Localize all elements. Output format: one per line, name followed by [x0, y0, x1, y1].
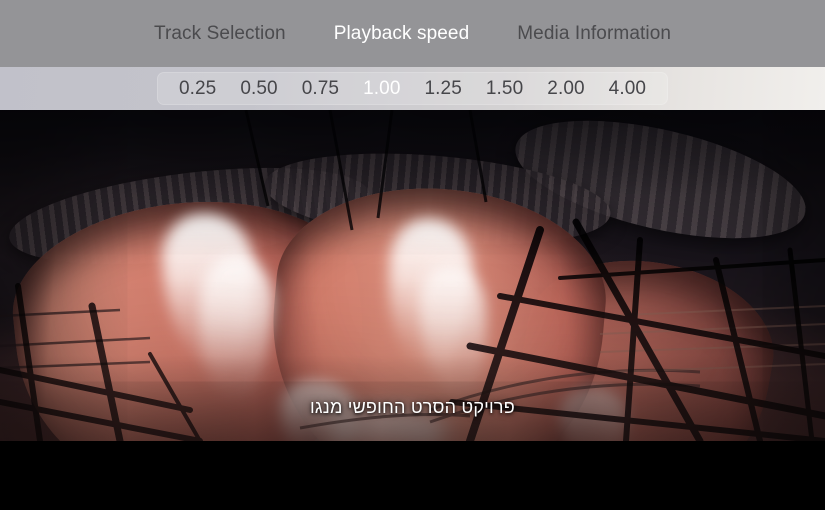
speed-option-0-75[interactable]: 0.75 [290, 78, 351, 100]
speed-option-1-00[interactable]: 1.00 [351, 78, 412, 100]
playback-speed-selector[interactable]: 0.25 0.50 0.75 1.00 1.25 1.50 2.00 4.00 [156, 72, 669, 105]
speed-option-0-25[interactable]: 0.25 [167, 78, 228, 100]
scene-vignette [0, 110, 825, 441]
tab-media-information[interactable]: Media Information [493, 23, 695, 45]
speed-option-1-50[interactable]: 1.50 [474, 78, 535, 100]
speed-option-2-00[interactable]: 2.00 [535, 78, 596, 100]
video-surface[interactable] [0, 110, 825, 441]
letterbox-bar-bottom [0, 441, 825, 510]
settings-tab-bar: Track Selection Playback speed Media Inf… [0, 0, 825, 67]
speed-option-1-25[interactable]: 1.25 [413, 78, 474, 100]
playback-speed-bar: 0.25 0.50 0.75 1.00 1.25 1.50 2.00 4.00 [0, 67, 825, 110]
video-player: פרויקט הסרט החופשי מנגו Track Selection … [0, 0, 825, 510]
tab-playback-speed[interactable]: Playback speed [310, 23, 494, 45]
playback-settings-overlay: Track Selection Playback speed Media Inf… [0, 0, 825, 110]
speed-option-0-50[interactable]: 0.50 [228, 78, 289, 100]
tab-track-selection[interactable]: Track Selection [130, 23, 310, 45]
speed-option-4-00[interactable]: 4.00 [597, 78, 658, 100]
